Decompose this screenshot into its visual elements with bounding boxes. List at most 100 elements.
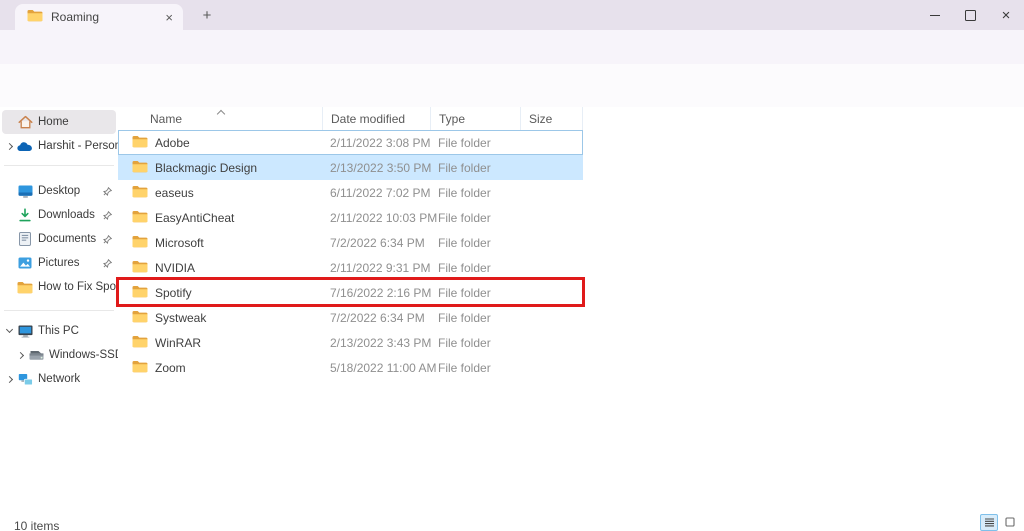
date-modified-cell: 2/13/2022 3:50 PM	[322, 161, 430, 175]
column-header-type[interactable]: Type	[430, 107, 520, 130]
date-modified-cell: 5/18/2022 11:00 AM	[322, 361, 430, 375]
maximize-button[interactable]	[950, 0, 990, 30]
column-header-date-modified[interactable]: Date modified	[322, 107, 430, 130]
table-row-easyanticheat[interactable]: EasyAntiCheat 2/11/2022 10:03 PMFile fold…	[118, 205, 583, 230]
chevron-right-icon[interactable]	[13, 353, 27, 358]
pictures-icon	[16, 257, 34, 269]
folder-icon	[132, 235, 148, 251]
file-name: EasyAntiCheat	[155, 211, 234, 225]
navigation-pane: Home Harshit - Personal Desktop Downloads Do…	[0, 107, 118, 513]
minimize-button[interactable]	[915, 0, 955, 30]
folder-icon	[132, 360, 148, 376]
title-bar: Roaming × + ×	[0, 0, 1024, 30]
sidebar-item-label: Network	[38, 373, 116, 385]
folder-icon	[132, 185, 148, 201]
type-cell: File folder	[430, 311, 520, 325]
table-row-spotify[interactable]: Spotify 7/16/2022 2:16 PMFile folder	[118, 280, 583, 305]
type-cell: File folder	[430, 211, 520, 225]
date-modified-cell: 7/16/2022 2:16 PM	[322, 286, 430, 300]
file-name: Systweak	[155, 311, 206, 325]
sidebar-item-label: Downloads	[38, 209, 100, 221]
sidebar-item-pictures[interactable]: Pictures	[2, 251, 116, 275]
icons-view-icon	[1005, 516, 1015, 530]
type-cell: File folder	[430, 161, 520, 175]
pin-icon	[100, 235, 114, 244]
sidebar-item-label: How to Fix Spotify	[38, 281, 118, 293]
column-header-size[interactable]: Size	[520, 107, 583, 130]
sidebar-item-label: Pictures	[38, 257, 100, 269]
sidebar-item-label: Windows-SSD (C:	[49, 349, 118, 361]
close-icon: ×	[1002, 8, 1011, 23]
home-icon	[16, 115, 34, 129]
file-list-body: Adobe2/11/2022 3:08 PMFile folderBlackma…	[118, 130, 583, 380]
sidebar-divider	[4, 310, 114, 311]
sidebar-item-label: Desktop	[38, 185, 100, 197]
sidebar-item-documents[interactable]: Documents	[2, 227, 116, 251]
file-name: NVIDIA	[155, 261, 195, 275]
sidebar-item-network[interactable]: Network	[2, 367, 116, 391]
folder-icon	[132, 210, 148, 226]
explorer-tab[interactable]: Roaming ×	[15, 4, 183, 30]
item-count-label: 10 items	[14, 519, 59, 531]
column-header-name[interactable]: Name	[118, 107, 322, 130]
column-headers: Name Date modified Type Size	[118, 107, 583, 130]
downloads-icon	[16, 208, 34, 222]
type-cell: File folder	[430, 286, 520, 300]
type-cell: File folder	[430, 336, 520, 350]
table-row-adobe[interactable]: Adobe2/11/2022 3:08 PMFile folder	[118, 130, 583, 155]
drive-icon	[27, 350, 45, 361]
date-modified-cell: 2/13/2022 3:43 PM	[322, 336, 430, 350]
details-view-icon	[984, 516, 995, 530]
table-row-zoom[interactable]: Zoom5/18/2022 11:00 AMFile folder	[118, 355, 583, 380]
sidebar-item-downloads[interactable]: Downloads	[2, 203, 116, 227]
this-pc-icon	[16, 325, 34, 338]
chevron-right-icon[interactable]	[2, 144, 16, 149]
sidebar-item-label: Harshit - Personal	[38, 140, 118, 152]
pin-icon	[100, 259, 114, 268]
tab-close-icon[interactable]: ×	[165, 11, 173, 24]
chevron-down-icon[interactable]	[2, 330, 16, 332]
sidebar-item-harshit-personal[interactable]: Harshit - Personal	[2, 134, 116, 158]
date-modified-cell: 7/2/2022 6:34 PM	[322, 311, 430, 325]
sidebar-item-desktop[interactable]: Desktop	[2, 179, 116, 203]
file-name: Blackmagic Design	[155, 161, 257, 175]
file-name: Spotify	[155, 286, 192, 300]
table-row-winrar[interactable]: WinRAR 2/13/2022 3:43 PMFile folder	[118, 330, 583, 355]
folder-icon	[132, 160, 148, 176]
folder-icon	[132, 260, 148, 276]
sidebar-item-home[interactable]: Home	[2, 110, 116, 134]
details-view-button[interactable]	[980, 514, 998, 531]
file-name: WinRAR	[155, 336, 201, 350]
type-cell: File folder	[430, 236, 520, 250]
desktop-icon	[16, 185, 34, 198]
date-modified-cell: 2/11/2022 9:31 PM	[322, 261, 430, 275]
type-cell: File folder	[430, 261, 520, 275]
sidebar-item-how-to-fix-spotify[interactable]: How to Fix Spotify	[2, 275, 116, 299]
file-explorer-window: Roaming × + × New Sort View	[0, 0, 1024, 531]
table-row-easeus[interactable]: easeus6/11/2022 7:02 PMFile folder	[118, 180, 583, 205]
date-modified-cell: 2/11/2022 10:03 PM	[322, 211, 430, 225]
network-icon	[16, 373, 34, 386]
folder-icon	[132, 135, 148, 151]
table-row-microsoft[interactable]: Microsoft7/2/2022 6:34 PMFile folder	[118, 230, 583, 255]
tab-title: Roaming	[51, 10, 157, 24]
sidebar-item-this-pc[interactable]: This PC	[2, 319, 116, 343]
sidebar-item-label: Documents	[38, 233, 100, 245]
close-button[interactable]: ×	[986, 0, 1024, 30]
folder-icon	[132, 285, 148, 301]
table-row-systweak[interactable]: Systweak 7/2/2022 6:34 PMFile folder	[118, 305, 583, 330]
sidebar-item-windows-ssd-c[interactable]: Windows-SSD (C:	[2, 343, 116, 367]
type-cell: File folder	[430, 186, 520, 200]
table-row-nvidia[interactable]: NVIDIA 2/11/2022 9:31 PMFile folder	[118, 255, 583, 280]
sidebar-item-label: This PC	[38, 325, 116, 337]
file-list-pane: Name Date modified Type Size Adobe2/11/2…	[118, 107, 1024, 513]
new-tab-button[interactable]: +	[197, 5, 217, 25]
chevron-right-icon[interactable]	[2, 377, 16, 382]
sort-ascending-chevron-icon	[217, 110, 225, 118]
large-icons-view-button[interactable]	[1001, 514, 1019, 531]
table-row-blackmagic-design[interactable]: Blackmagic Design 2/13/2022 3:50 PMFile f…	[118, 155, 583, 180]
pin-icon	[100, 211, 114, 220]
file-name: easeus	[155, 186, 194, 200]
file-name: Zoom	[155, 361, 186, 375]
folder-icon	[132, 310, 148, 326]
